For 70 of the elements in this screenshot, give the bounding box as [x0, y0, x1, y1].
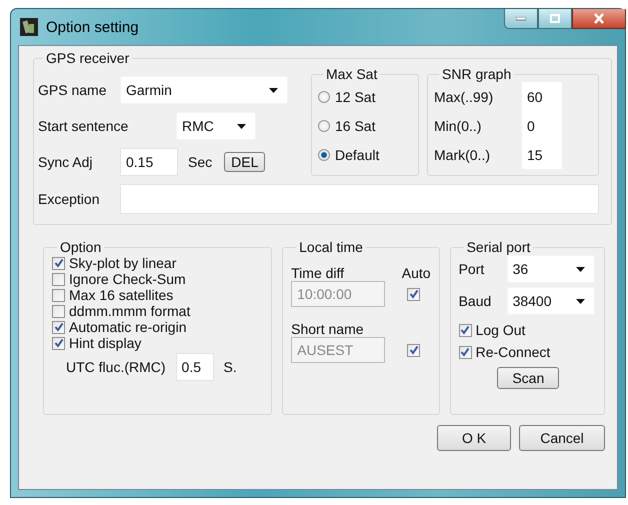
- checkbox-label: Ignore Check-Sum: [69, 271, 186, 287]
- number-field[interactable]: 15: [522, 140, 562, 169]
- checkbox-label: Re-Connect: [476, 344, 550, 360]
- checkbox[interactable]: [52, 336, 65, 350]
- field-label: Time diff: [291, 265, 344, 281]
- checkbox[interactable]: [52, 320, 65, 334]
- dropdown-arrow-icon: [237, 124, 246, 128]
- checkbox[interactable]: [52, 288, 65, 302]
- checkbox-label: Auto: [402, 265, 431, 281]
- field-label: UTC fluc.(RMC): [66, 359, 166, 375]
- field-label: Short name: [291, 321, 364, 337]
- dropdown-arrow-icon: [576, 266, 585, 272]
- port-dropdown[interactable]: 36: [506, 255, 595, 283]
- app-icon: [20, 18, 38, 36]
- checkbox-label: Sky-plot by linear: [69, 255, 176, 271]
- cancel-button[interactable]: Cancel: [519, 425, 605, 451]
- utc-fluc-field[interactable]: 0.5: [176, 353, 214, 381]
- number-field[interactable]: 60: [522, 82, 562, 111]
- field-label: Min(0..): [434, 118, 482, 134]
- checkbox[interactable]: [407, 288, 420, 300]
- field-label: Sync Adj: [38, 154, 94, 170]
- window-title: Option setting: [46, 18, 140, 36]
- minimize-button[interactable]: [504, 9, 538, 29]
- start-sentence-dropdown[interactable]: RMC: [176, 112, 256, 140]
- field-label: Exception: [38, 191, 100, 207]
- group-title: Serial port: [466, 239, 532, 255]
- close-icon: [593, 13, 605, 24]
- minimize-icon: [516, 16, 526, 20]
- radio-label: Default: [335, 146, 380, 162]
- radio-label: 12 Sat: [335, 88, 376, 104]
- radio-button[interactable]: [318, 120, 330, 132]
- gps-name-dropdown[interactable]: Garmin: [120, 76, 288, 104]
- radio-button[interactable]: [318, 148, 330, 160]
- group-title: Option: [59, 239, 102, 255]
- field-label: Mark(0..): [434, 146, 491, 162]
- checkbox[interactable]: [458, 324, 472, 336]
- checkbox-label: Hint display: [69, 335, 142, 351]
- scan-button[interactable]: Scan: [497, 367, 560, 389]
- exception-field[interactable]: [120, 184, 599, 214]
- checkbox[interactable]: [52, 256, 65, 270]
- group-title: Max Sat: [325, 66, 378, 82]
- field-label: GPS name: [38, 82, 108, 98]
- field-label: Baud: [458, 293, 492, 309]
- close-button[interactable]: [572, 9, 626, 29]
- unit-label: S.: [224, 359, 237, 375]
- checkbox-label: Max 16 satellites: [69, 287, 174, 303]
- checkbox-label: ddmm.mmm format: [69, 303, 190, 319]
- group-title: GPS receiver: [45, 50, 130, 66]
- checkbox[interactable]: [52, 304, 65, 318]
- radio-label: 16 Sat: [335, 118, 376, 134]
- maximize-icon: [550, 14, 560, 23]
- maximize-button[interactable]: [538, 9, 572, 29]
- checkbox-label: Automatic re-origin: [69, 319, 186, 335]
- group-title: SNR graph: [441, 66, 512, 82]
- field-label: Start sentence: [38, 118, 130, 134]
- dropdown-arrow-icon: [576, 298, 585, 304]
- ok-button[interactable]: O K: [437, 425, 511, 451]
- field-label: Max(..99): [434, 88, 494, 104]
- radio-button[interactable]: [318, 90, 330, 102]
- number-field[interactable]: 0: [522, 111, 562, 140]
- sync-adj-field[interactable]: 0.15: [120, 148, 178, 176]
- dropdown-arrow-icon: [269, 88, 278, 92]
- del-button[interactable]: DEL: [224, 152, 266, 172]
- checkbox-label: Log Out: [476, 322, 526, 338]
- checkbox[interactable]: [458, 346, 472, 358]
- group-title: Local time: [298, 239, 364, 255]
- unit-label: Sec: [188, 154, 212, 170]
- checkbox[interactable]: [52, 272, 65, 286]
- field-label: Port: [458, 261, 486, 277]
- baud-dropdown[interactable]: 38400: [506, 287, 595, 315]
